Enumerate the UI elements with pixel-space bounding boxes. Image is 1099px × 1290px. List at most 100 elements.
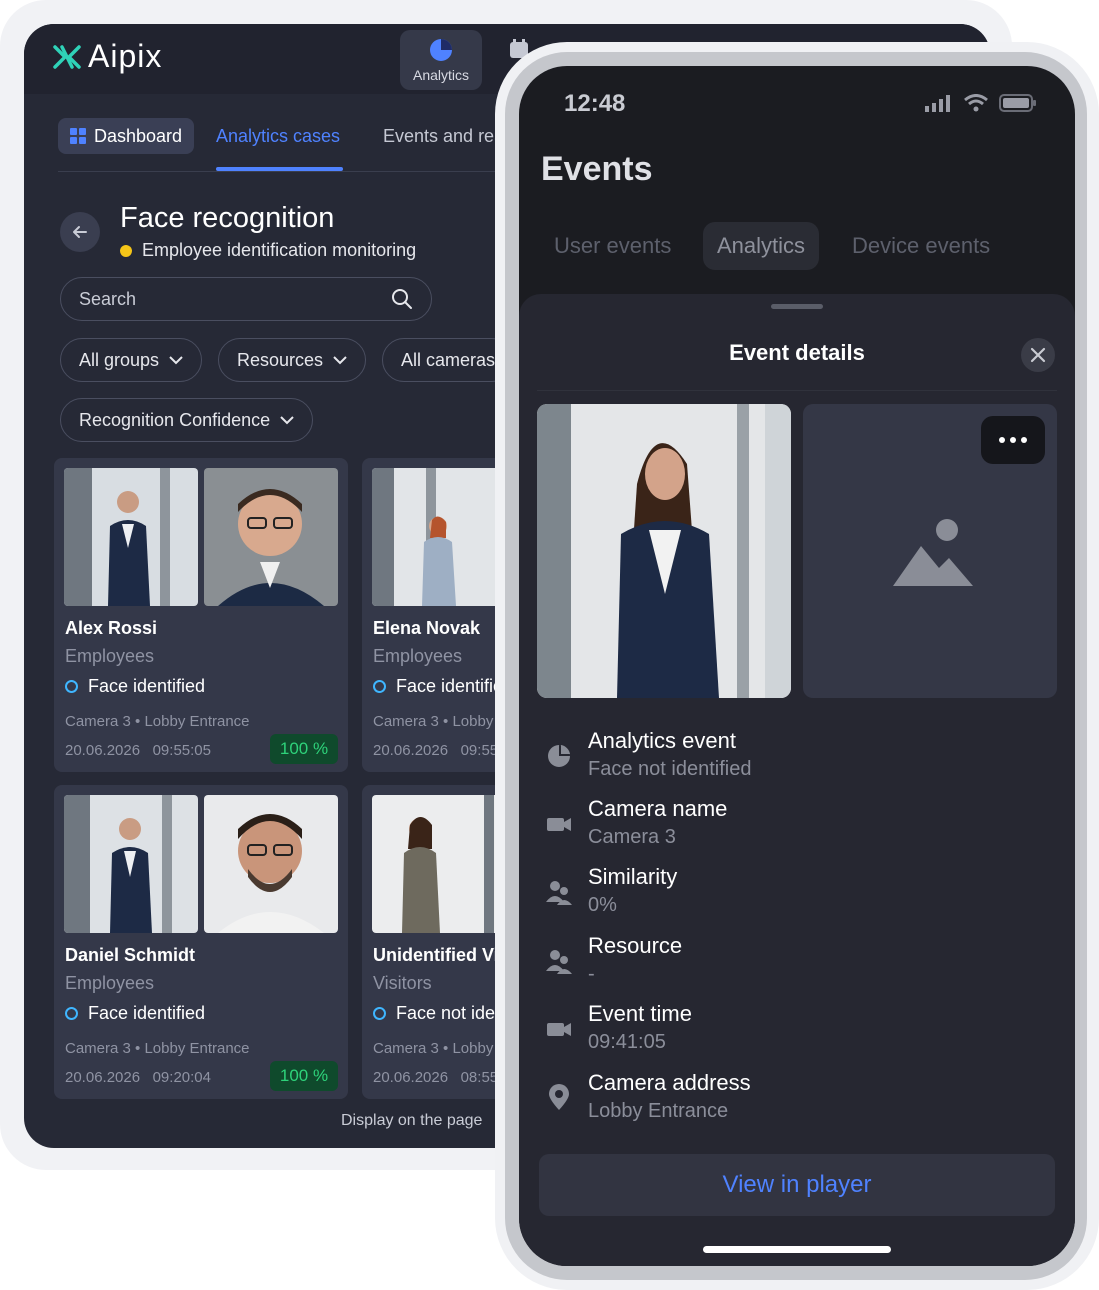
camera-icon — [547, 1023, 571, 1036]
event-snapshot[interactable] — [537, 404, 791, 698]
camera-name: Camera 3 — [65, 713, 131, 730]
status-ring-icon — [373, 680, 386, 693]
close-button[interactable] — [1021, 338, 1055, 372]
filter-all-groups[interactable]: All groups — [60, 338, 203, 382]
camera-name: Camera 3 — [373, 713, 439, 730]
status-bar-icons — [925, 94, 1037, 112]
detail-label: Event time — [588, 1001, 692, 1026]
filter-resources-label: Resources — [237, 349, 324, 370]
tab-dashboard[interactable]: Dashboard — [58, 118, 195, 154]
phone-page-title: Events — [541, 150, 653, 188]
capture-photo — [64, 468, 198, 606]
display-on-page-label: Display on the page — [341, 1112, 483, 1129]
image-placeholder — [803, 404, 1057, 698]
recognition-status: Face identified — [373, 676, 513, 697]
sheet-divider — [537, 390, 1057, 391]
signal-icon — [925, 95, 950, 112]
logo-mark-icon — [53, 44, 81, 69]
filter-recognition-confidence[interactable]: Recognition Confidence — [60, 398, 314, 442]
detail-analytics-event: Analytics event Face not identified — [545, 728, 1045, 792]
pie-chart-icon — [548, 745, 570, 767]
detail-value: Camera 3 — [588, 826, 676, 848]
event-timestamp: 20.06.2026 09:55 — [373, 742, 498, 759]
detail-camera-name: Camera name Camera 3 — [545, 796, 1045, 860]
capture-photo — [372, 795, 506, 933]
confidence-badge: 100 % — [270, 734, 338, 764]
search-input[interactable]: Search — [60, 277, 432, 321]
detail-resource: Resource - — [545, 933, 1045, 997]
camera-icon — [547, 818, 571, 831]
reference-photo — [204, 795, 338, 933]
detail-similarity: Similarity 0% — [545, 864, 1045, 928]
view-in-player-button[interactable]: View in player — [539, 1154, 1055, 1216]
event-time: 08:55 — [460, 1069, 499, 1086]
detail-label: Analytics event — [588, 728, 736, 753]
back-button[interactable] — [60, 212, 100, 252]
recognition-status: Face identified — [65, 676, 205, 697]
event-time: 09:55 — [460, 742, 499, 759]
chevron-down-icon — [333, 355, 347, 364]
nav-analytics-button[interactable]: Analytics — [400, 30, 482, 90]
confidence-badge: 100 % — [270, 1061, 338, 1091]
event-time: 09:20:04 — [152, 1069, 211, 1086]
detail-value: Face not identified — [588, 758, 752, 780]
arrow-left-icon — [73, 226, 87, 238]
location-name: Lobby Entrance — [144, 713, 250, 730]
camera-name: Camera 3 — [373, 1040, 439, 1057]
people-icon — [546, 950, 572, 974]
nav-analytics-label: Analytics — [412, 67, 470, 83]
detail-label: Resource — [588, 933, 683, 958]
detail-value: Lobby Entrance — [588, 1100, 729, 1122]
event-details-sheet: Event details Analytics event Face not i… — [519, 294, 1075, 1266]
event-card[interactable]: Daniel Schmidt Employees Face identified… — [54, 785, 348, 1099]
sheet-title: Event details — [729, 340, 865, 365]
tab-user-events[interactable]: User events — [554, 222, 671, 270]
event-date: 20.06.2026 — [373, 1069, 449, 1086]
tab-analytics[interactable]: Analytics — [703, 222, 820, 270]
event-timestamp: 20.06.2026 09:20:04 — [65, 1069, 211, 1086]
sheet-grabber[interactable] — [771, 304, 823, 309]
more-options-button[interactable] — [981, 416, 1045, 464]
detail-label: Camera address — [588, 1070, 751, 1095]
logo[interactable]: Aipix — [52, 38, 162, 75]
close-icon — [1030, 347, 1046, 363]
detail-value: - — [588, 963, 595, 985]
filter-all-cameras-label: All cameras — [401, 349, 496, 370]
chevron-down-icon — [169, 355, 183, 364]
battery-icon — [999, 94, 1036, 112]
event-timestamp: 20.06.2026 08:55 — [373, 1069, 498, 1086]
search-icon — [392, 289, 412, 309]
person-group: Employees — [65, 646, 155, 666]
person-group: Employees — [373, 646, 463, 666]
event-date: 20.06.2026 — [65, 742, 141, 759]
recognition-status: Face identified — [65, 1003, 205, 1024]
status-ring-icon — [65, 680, 78, 693]
detail-value: 0% — [588, 894, 617, 916]
people-icon — [546, 881, 572, 905]
pie-chart-icon — [430, 39, 452, 61]
filter-confidence-label: Recognition Confidence — [79, 409, 271, 430]
person-name: Alex Rossi — [65, 618, 158, 638]
camera-name: Camera 3 — [65, 1040, 131, 1057]
reference-photo — [204, 468, 338, 606]
person-name: Elena Novak — [373, 618, 481, 638]
image-icon — [893, 519, 973, 586]
event-date: 20.06.2026 — [65, 1069, 141, 1086]
status-ring-icon — [65, 1007, 78, 1020]
status-bar-clock: 12:48 — [564, 90, 626, 117]
location-pin-icon — [549, 1084, 569, 1110]
event-timestamp: 20.06.2026 09:55:05 — [65, 742, 211, 759]
phone-tab-bar: User events Analytics Device events — [541, 222, 1061, 270]
tab-dashboard-label: Dashboard — [94, 125, 183, 146]
phone-screen: 12:48 Events User events Analytics Devic… — [519, 66, 1075, 1266]
home-indicator[interactable] — [703, 1246, 891, 1253]
status-dot — [120, 244, 132, 257]
dashboard-icon — [70, 128, 86, 144]
logo-text: Aipix — [88, 38, 163, 74]
event-card[interactable]: Alex Rossi Employees Face identified Cam… — [54, 458, 348, 772]
tab-analytics-cases[interactable]: Analytics cases — [216, 126, 340, 147]
tab-device-events[interactable]: Device events — [852, 222, 990, 270]
filter-resources[interactable]: Resources — [218, 338, 367, 382]
search-placeholder: Search — [79, 288, 137, 309]
person-name: Daniel Schmidt — [65, 945, 196, 965]
